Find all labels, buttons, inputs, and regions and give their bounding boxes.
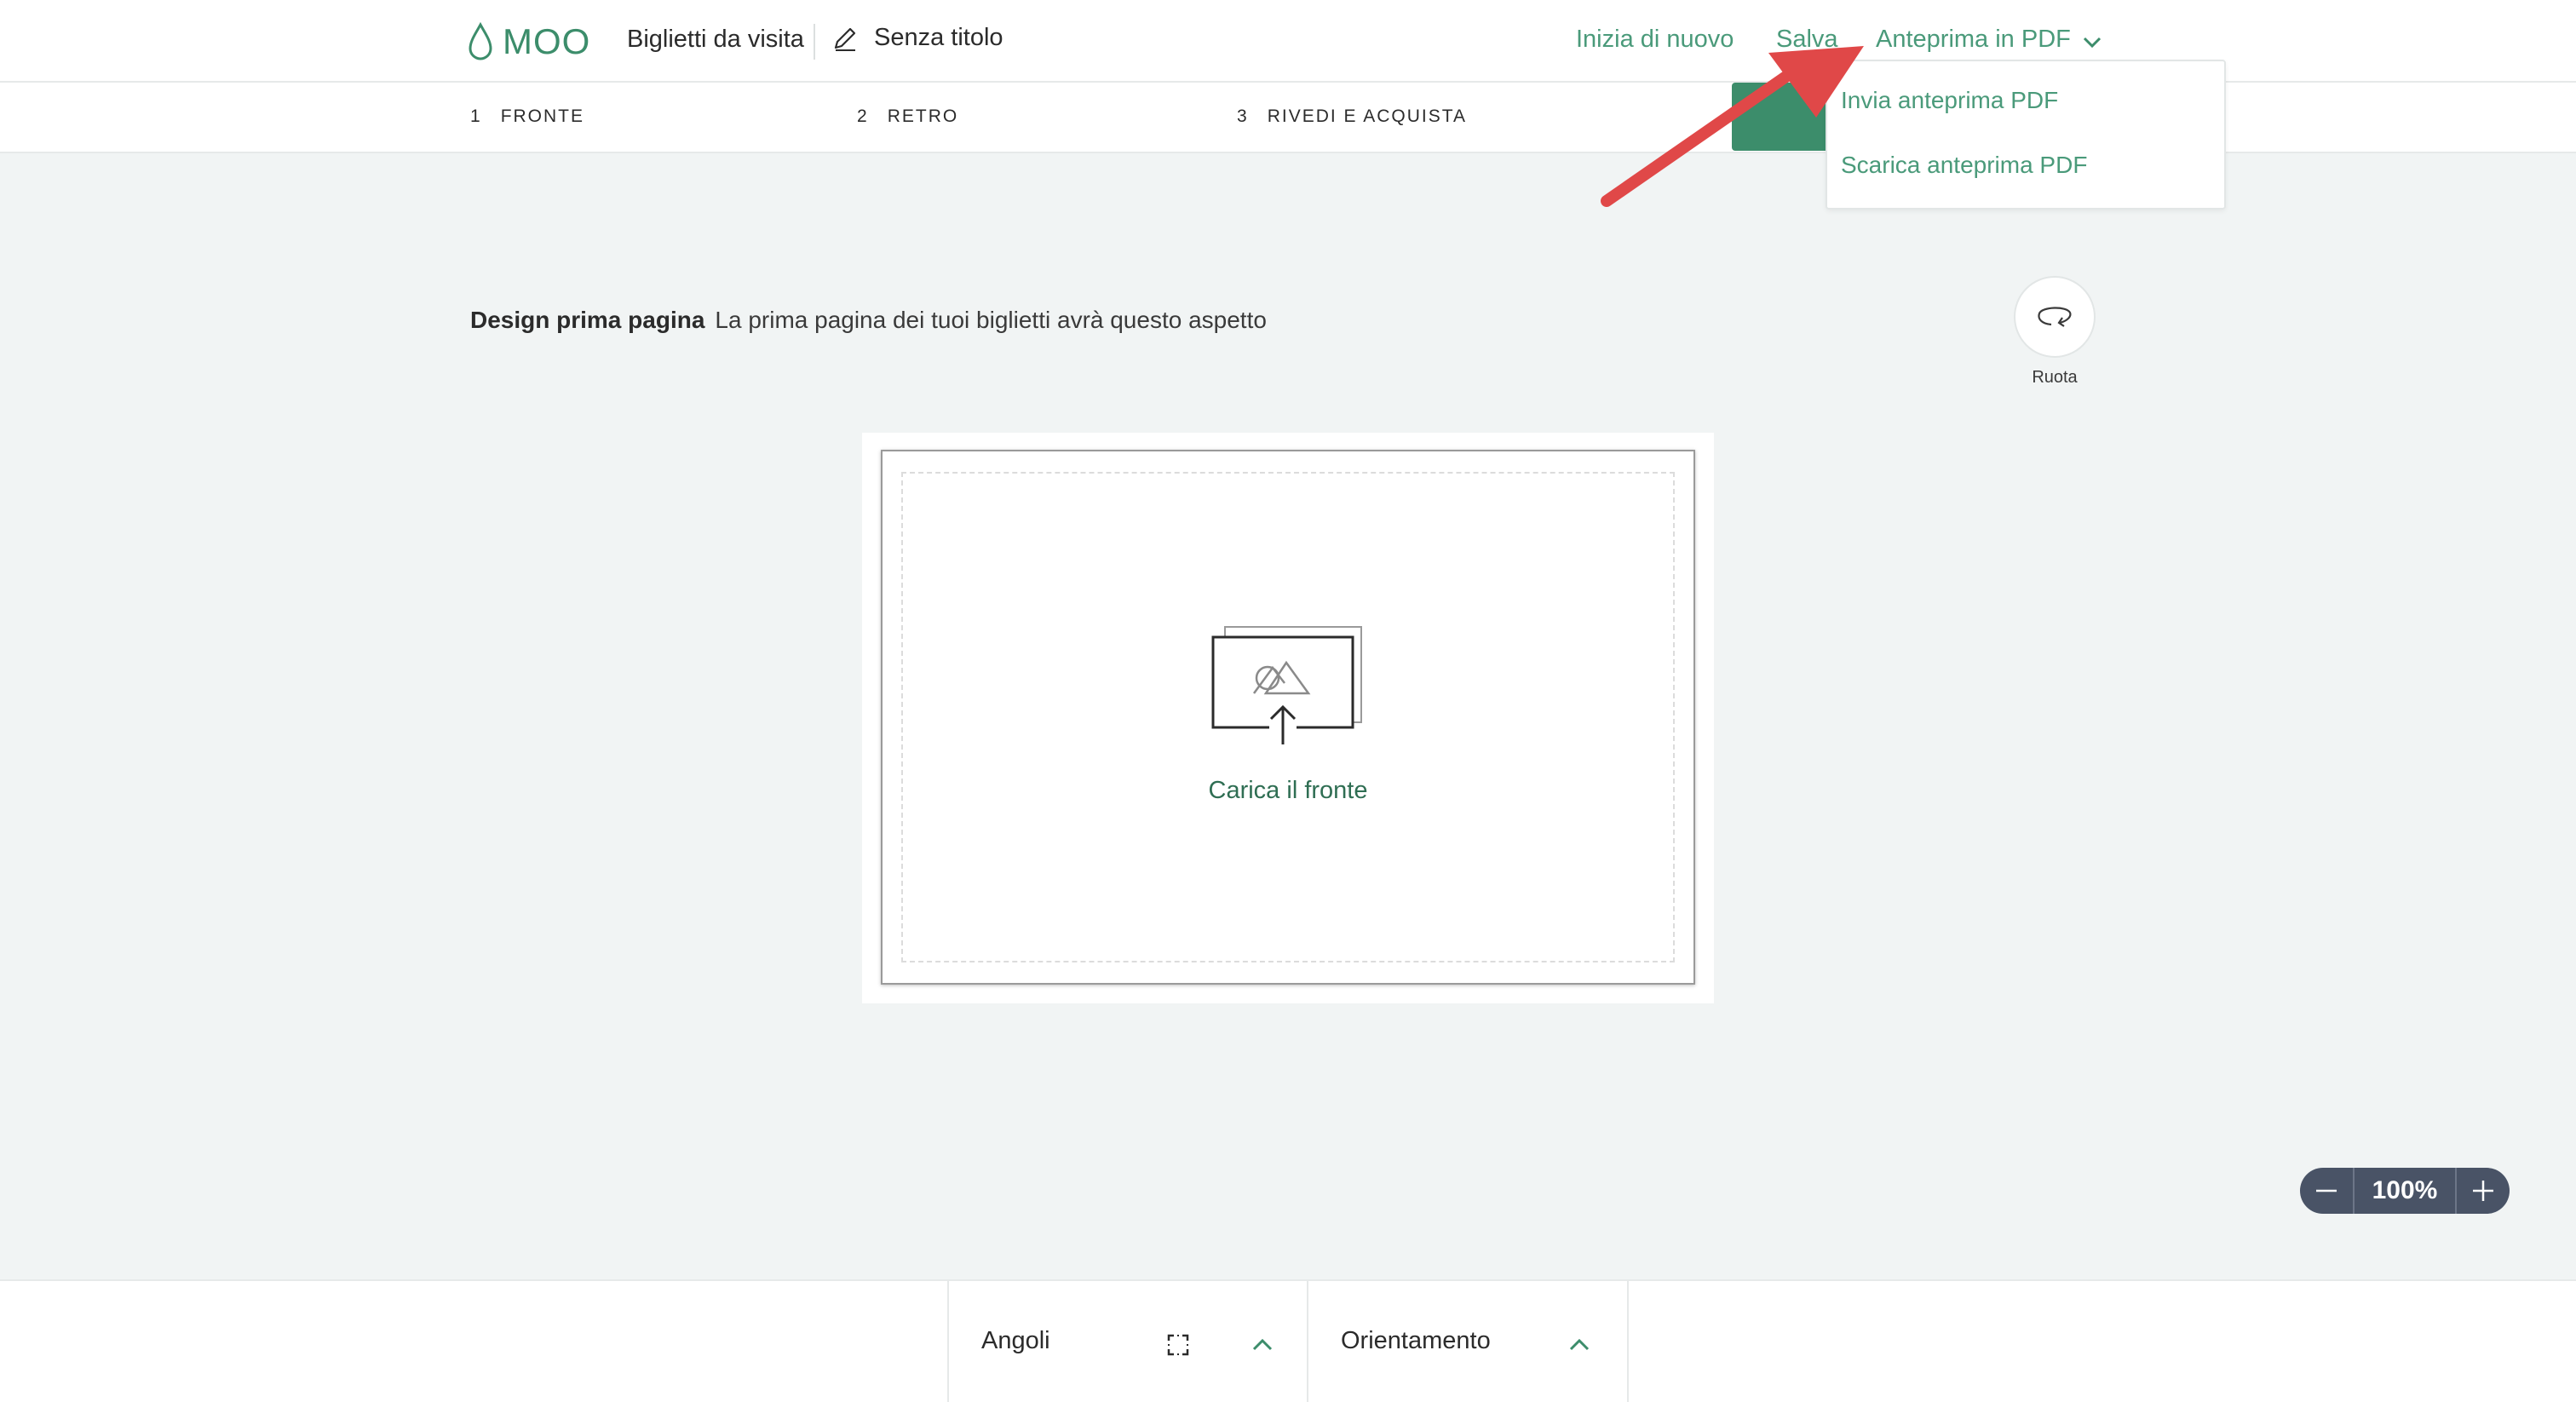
- step-back[interactable]: 2 RETRO: [857, 106, 958, 127]
- chevron-up-icon: [1569, 1338, 1590, 1351]
- orientation-panel[interactable]: Orientamento: [1307, 1281, 1629, 1402]
- bottom-toolbar: Angoli Orientamento: [0, 1279, 2576, 1402]
- design-heading-description: La prima pagina dei tuoi biglietti avrà …: [715, 307, 1267, 333]
- upload-image-icon[interactable]: [1210, 625, 1366, 746]
- step-number: 3: [1237, 106, 1249, 126]
- zoom-in-button[interactable]: [2457, 1168, 2510, 1214]
- document-title[interactable]: Senza titolo: [831, 24, 1003, 52]
- step-front[interactable]: 1 FRONTE: [470, 106, 584, 127]
- logo-text: MOO: [503, 21, 591, 61]
- step-label: FRONTE: [500, 106, 585, 126]
- minus-icon: [2316, 1189, 2337, 1192]
- chevron-down-icon: [2083, 37, 2101, 48]
- step-number: 1: [470, 106, 482, 126]
- orientation-label: Orientamento: [1341, 1327, 1491, 1354]
- zoom-out-button[interactable]: [2300, 1168, 2353, 1214]
- design-heading: Design prima pagina La prima pagina dei …: [470, 307, 1267, 334]
- rotate-label: Ruota: [2032, 368, 2078, 387]
- pdf-preview-menu[interactable]: Anteprima in PDF: [1876, 26, 2102, 54]
- product-name[interactable]: Biglietti da visita: [627, 26, 804, 54]
- pencil-icon: [834, 27, 856, 51]
- design-heading-title: Design prima pagina: [470, 307, 705, 333]
- moo-logo[interactable]: MOO: [467, 17, 590, 66]
- chevron-up-icon: [1252, 1338, 1273, 1351]
- header-divider: [814, 24, 815, 60]
- doc-title-text: Senza titolo: [874, 24, 1003, 51]
- download-pdf-preview-item[interactable]: Scarica anteprima PDF: [1841, 152, 2087, 179]
- corners-label: Angoli: [981, 1327, 1050, 1354]
- upload-front-link[interactable]: Carica il fronte: [862, 777, 1714, 805]
- step-review[interactable]: 3 RIVEDI E ACQUISTA: [1237, 106, 1467, 127]
- zoom-level: 100%: [2372, 1176, 2438, 1204]
- step-label: RIVEDI E ACQUISTA: [1267, 106, 1468, 126]
- rotate-icon: [2038, 307, 2072, 327]
- step-number: 2: [857, 106, 869, 126]
- pdf-preview-label: Anteprima in PDF: [1876, 26, 2071, 53]
- drop-icon: [469, 22, 492, 60]
- corners-panel[interactable]: Angoli: [947, 1281, 1307, 1402]
- plus-icon: [2473, 1181, 2493, 1201]
- step-label: RETRO: [887, 106, 959, 126]
- square-corner-icon: [1167, 1334, 1189, 1356]
- pdf-preview-dropdown: Invia anteprima PDF Scarica anteprima PD…: [1826, 60, 2226, 210]
- zoom-control: 100%: [2300, 1168, 2510, 1214]
- rotate-button[interactable]: [2014, 276, 2096, 358]
- annotation-arrow-icon: [1601, 46, 1864, 207]
